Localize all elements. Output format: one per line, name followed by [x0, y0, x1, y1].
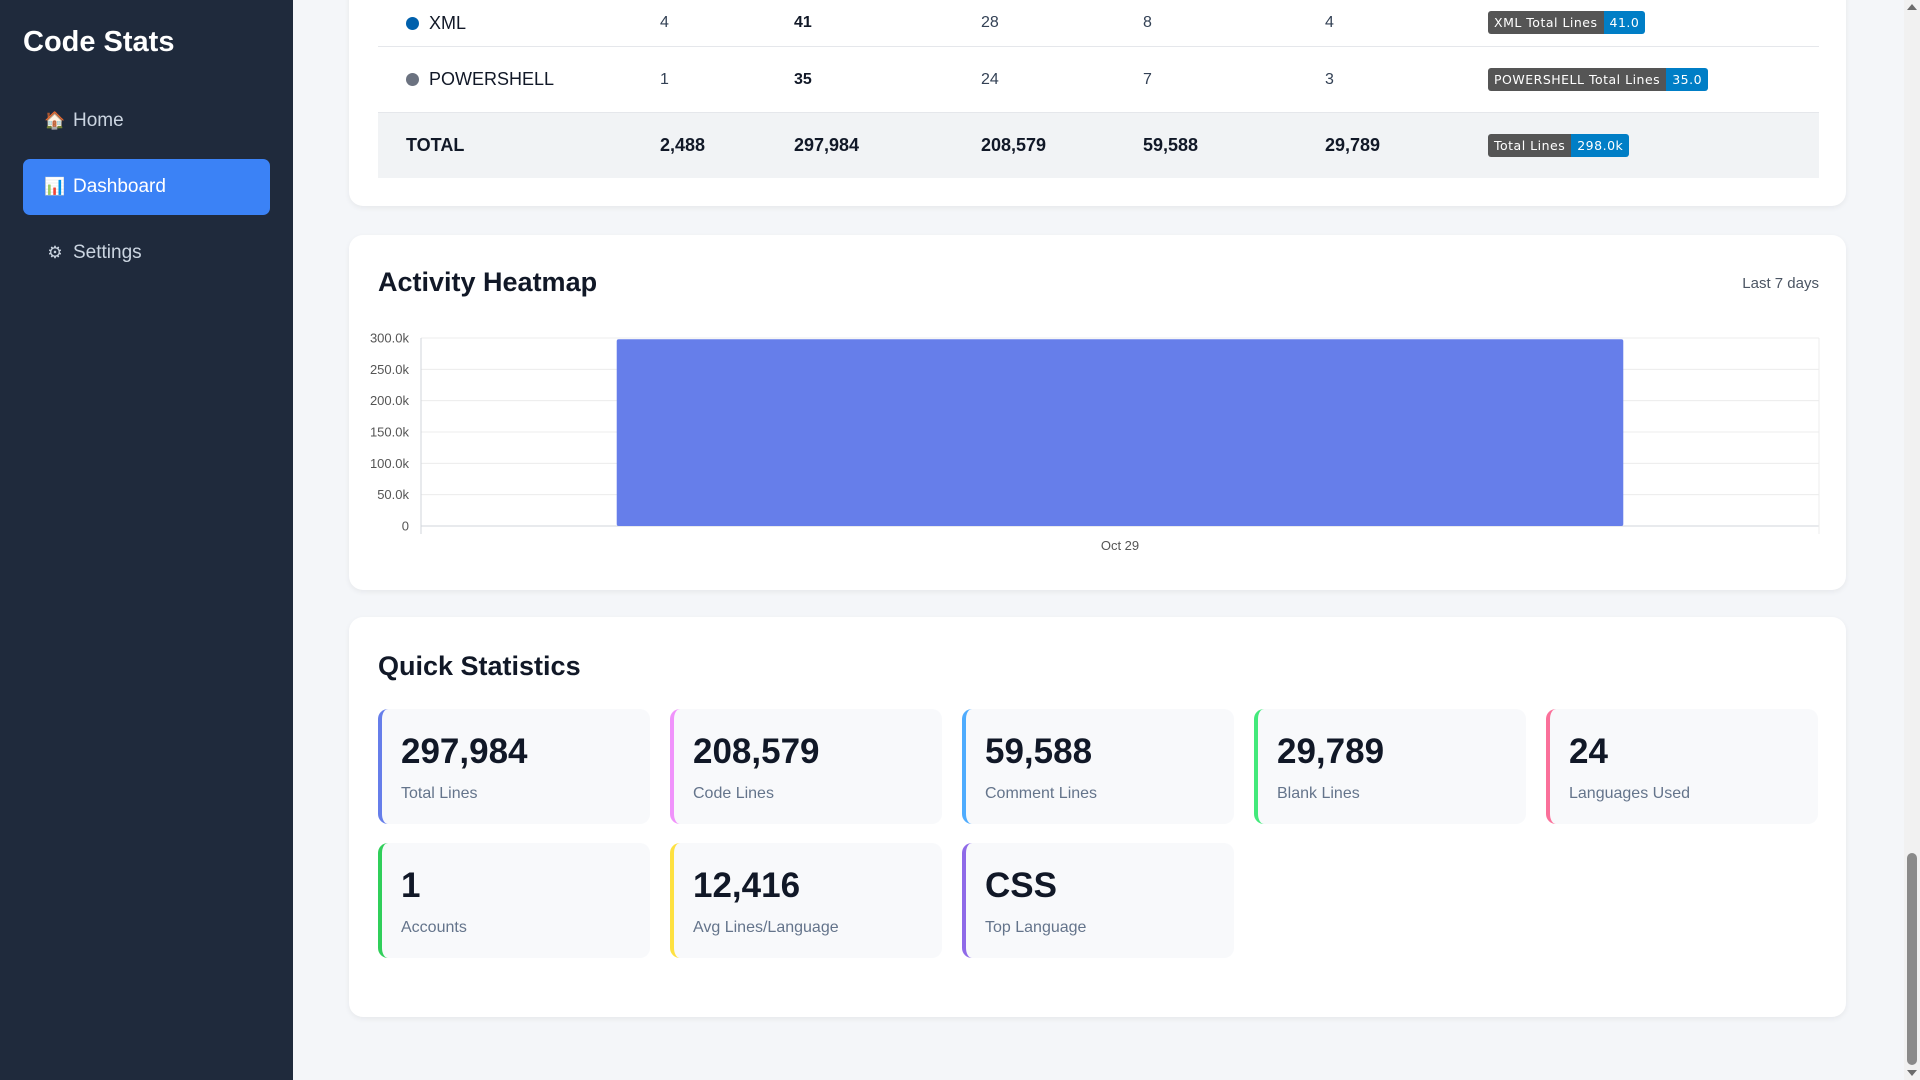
stat-card-top-language: CSS Top Language — [962, 843, 1234, 958]
code-lines: 208,579 — [981, 135, 1047, 155]
stat-value: 59,588 — [985, 732, 1093, 771]
files-count: 1 — [660, 70, 669, 88]
badge-value: 35.0 — [1666, 68, 1709, 91]
table-row: XML 4 41 28 8 4 XML Total Lines 41.0 — [378, 0, 1819, 44]
sidebar-item-label: Home — [73, 110, 124, 131]
scroll-down-arrow-icon[interactable] — [1907, 1070, 1917, 1076]
y-tick-label: 200.0k — [370, 393, 410, 408]
scroll-up-arrow-icon[interactable] — [1907, 4, 1917, 10]
scrollbar-thumb[interactable] — [1907, 853, 1917, 1065]
stat-card-blank-lines: 29,789 Blank Lines — [1254, 709, 1526, 824]
activity-bar-chart: 0 50.0k 100.0k 150.0k 200.0k 250.0k 300.0k Oct … — [370, 331, 1820, 553]
stat-value: 29,789 — [1277, 732, 1385, 771]
total-label: TOTAL — [406, 135, 465, 155]
y-tick-label: 50.0k — [377, 487, 409, 502]
sidebar-item-dashboard[interactable]: 📊 Dashboard — [23, 159, 270, 215]
language-label: POWERSHELL — [429, 69, 555, 89]
badge-value: 298.0k — [1571, 134, 1630, 157]
stat-value: 1 — [401, 866, 421, 905]
badge-label: POWERSHELL Total Lines — [1488, 68, 1667, 91]
table-total-row: TOTAL 2,488 297,984 208,579 59,588 29,78… — [378, 112, 1819, 178]
badge-value: 41.0 — [1603, 11, 1646, 34]
quick-statistics-card: Quick Statistics 297,984 Total Lines 208… — [349, 617, 1846, 1017]
comment-lines: 59,588 — [1143, 135, 1199, 155]
blank-lines: 4 — [1325, 14, 1334, 31]
activity-heatmap-card: Activity Heatmap Last 7 days 0 50.0k 100.0… — [349, 235, 1846, 590]
stat-label: Languages Used — [1569, 784, 1690, 802]
total-lines-badge: XML Total Lines 41.0 — [1488, 11, 1646, 34]
stat-value: 297,984 — [401, 732, 528, 771]
y-tick-label: 100.0k — [370, 456, 410, 471]
language-name: POWERSHELL — [406, 69, 554, 90]
blank-lines: 3 — [1325, 70, 1334, 88]
table-row: POWERSHELL 1 35 24 7 3 POWERSHELL Total … — [378, 46, 1819, 112]
y-tick-label: 300.0k — [370, 331, 410, 346]
stat-card-avg-lines: 12,416 Avg Lines/Language — [670, 843, 942, 958]
sidebar-item-settings[interactable]: ⚙ Settings — [23, 225, 270, 281]
sidebar-item-label: Settings — [73, 242, 142, 263]
stat-label: Avg Lines/Language — [693, 918, 839, 936]
sidebar-item-home[interactable]: 🏠 Home — [23, 93, 270, 149]
quick-statistics-title: Quick Statistics — [378, 651, 581, 681]
stat-value: 208,579 — [693, 732, 820, 771]
gear-icon: ⚙ — [47, 243, 63, 262]
stat-label: Top Language — [985, 918, 1087, 936]
stat-label: Accounts — [401, 918, 467, 936]
stat-value: CSS — [985, 866, 1057, 905]
sidebar: Code Stats 🏠 Home 📊 Dashboard ⚙ Settings — [0, 0, 293, 1080]
stat-value: 12,416 — [693, 866, 801, 905]
blank-lines: 29,789 — [1325, 135, 1381, 155]
files-count: 2,488 — [660, 135, 706, 155]
language-table-card: XML 4 41 28 8 4 XML Total Lines 41.0 POWE… — [349, 0, 1846, 206]
activity-bar — [616, 339, 1624, 526]
comment-lines: 7 — [1143, 70, 1152, 88]
stat-label: Comment Lines — [985, 784, 1098, 802]
main-content: XML 4 41 28 8 4 XML Total Lines 41.0 POWE… — [293, 0, 1904, 1080]
house-icon: 🏠 — [44, 111, 66, 130]
files-count: 4 — [660, 14, 669, 31]
sidebar-item-label: Dashboard — [73, 176, 166, 197]
bar-chart-icon: 📊 — [44, 177, 66, 196]
app-brand: Code Stats — [23, 26, 175, 58]
stat-label: Blank Lines — [1277, 784, 1360, 802]
stat-card-code-lines: 208,579 Code Lines — [670, 709, 942, 824]
stat-card-accounts: 1 Accounts — [378, 843, 650, 958]
total-lines-badge: Total Lines 298.0k — [1488, 134, 1630, 157]
y-tick-label: 0 — [402, 519, 409, 534]
y-tick-label: 150.0k — [370, 425, 410, 440]
stat-card-total-lines: 297,984 Total Lines — [378, 709, 650, 824]
total-lines: 41 — [794, 14, 812, 31]
stat-card-comment-lines: 59,588 Comment Lines — [962, 709, 1234, 824]
x-tick-label: Oct 29 — [1101, 538, 1139, 553]
stat-value: 24 — [1569, 732, 1608, 771]
page-scrollbar[interactable] — [1904, 0, 1920, 1080]
y-tick-label: 250.0k — [370, 362, 410, 377]
stat-label: Code Lines — [693, 784, 774, 802]
language-label: XML — [429, 13, 467, 33]
total-lines-badge: POWERSHELL Total Lines 35.0 — [1488, 68, 1709, 91]
stat-label: Total Lines — [401, 784, 478, 802]
badge-label: XML Total Lines — [1488, 11, 1604, 34]
total-lines: 35 — [794, 70, 812, 88]
code-lines: 24 — [981, 70, 999, 88]
comment-lines: 8 — [1143, 14, 1152, 31]
language-name: XML — [406, 13, 466, 34]
language-dot — [406, 17, 419, 30]
stat-card-languages-used: 24 Languages Used — [1546, 709, 1818, 824]
total-lines: 297,984 — [794, 135, 860, 155]
code-lines: 28 — [981, 14, 999, 31]
language-dot — [406, 73, 419, 86]
badge-label: Total Lines — [1488, 134, 1572, 157]
